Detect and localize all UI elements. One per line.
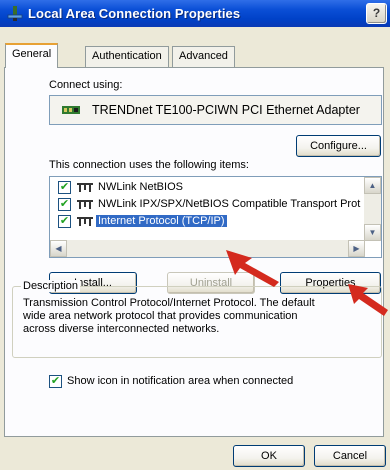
cancel-button[interactable]: Cancel (314, 445, 386, 467)
adapter-name: TRENDnet TE100-PCIWN PCI Ethernet Adapte… (92, 103, 360, 117)
description-line: Transmission Control Protocol/Internet P… (23, 297, 315, 309)
protocol-icon (77, 200, 93, 209)
title-bar[interactable]: Local Area Connection Properties ? (0, 0, 390, 27)
help-button[interactable]: ? (366, 3, 387, 24)
description-line: across diverse interconnected networks. (23, 323, 220, 335)
items-label: This connection uses the following items… (49, 159, 249, 171)
item-label: Internet Protocol (TCP/IP) (96, 215, 227, 227)
item-label: NWLink IPX/SPX/NetBIOS Compatible Transp… (98, 198, 361, 210)
list-item[interactable]: ✔ NWLink IPX/SPX/NetBIOS Compatible Tran… (54, 197, 374, 213)
ok-button[interactable]: OK (233, 445, 305, 467)
description-group: Description Transmission Control Protoco… (12, 280, 382, 358)
components-list[interactable]: ✔ NWLink NetBIOS ✔ NWLink IPX/SPX/NetBIO… (49, 176, 382, 258)
show-icon-checkbox[interactable]: ✔ (49, 375, 62, 388)
scroll-up-icon[interactable]: ▲ (364, 177, 381, 194)
network-connection-icon (7, 6, 23, 21)
window-title: Local Area Connection Properties (28, 6, 241, 21)
item-checkbox[interactable]: ✔ (58, 181, 71, 194)
network-adapter-icon (62, 106, 80, 114)
scroll-right-icon[interactable]: ▶ (348, 240, 365, 257)
tab-authentication[interactable]: Authentication (85, 46, 169, 67)
horizontal-scrollbar[interactable]: ◀ ▶ (50, 240, 365, 257)
scroll-left-icon[interactable]: ◀ (50, 240, 67, 257)
description-title: Description (21, 280, 81, 292)
item-checkbox[interactable]: ✔ (58, 215, 71, 228)
list-item-selected[interactable]: ✔ Internet Protocol (TCP/IP) (54, 214, 374, 230)
scroll-down-icon[interactable]: ▼ (364, 224, 381, 241)
tab-general[interactable]: General (5, 43, 59, 68)
description-line: wide area network protocol that provides… (23, 310, 298, 322)
adapter-field: TRENDnet TE100-PCIWN PCI Ethernet Adapte… (49, 95, 382, 125)
vertical-scrollbar[interactable]: ▲ ▼ (364, 177, 381, 241)
connect-using-label: Connect using: (49, 79, 123, 91)
protocol-icon (77, 183, 93, 192)
list-item[interactable]: ✔ NWLink NetBIOS (54, 180, 374, 196)
tab-advanced[interactable]: Advanced (172, 46, 235, 67)
configure-button[interactable]: Configure... (296, 135, 381, 157)
protocol-icon (77, 217, 93, 226)
item-label: NWLink NetBIOS (98, 181, 183, 193)
show-icon-label: Show icon in notification area when conn… (67, 375, 294, 387)
item-checkbox[interactable]: ✔ (58, 198, 71, 211)
